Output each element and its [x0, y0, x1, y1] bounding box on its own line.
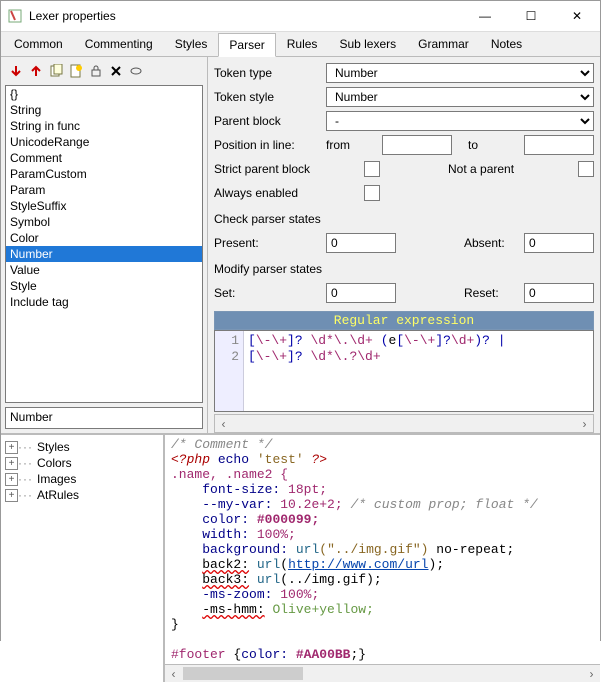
- strict-parent-checkbox[interactable]: [364, 161, 380, 177]
- new-icon[interactable]: [67, 62, 85, 80]
- absent-label: Absent:: [464, 236, 524, 250]
- always-enabled-checkbox[interactable]: [364, 185, 380, 201]
- regex-code[interactable]: [\-\+]? \d*\.\d+ (e[\-\+]?\d+)? | [\-\+]…: [244, 331, 510, 411]
- parser-panel: {} String String in func UnicodeRange Co…: [1, 57, 600, 433]
- scroll-right-icon[interactable]: ›: [576, 416, 593, 431]
- list-item[interactable]: UnicodeRange: [6, 134, 202, 150]
- list-item[interactable]: Include tag: [6, 294, 202, 310]
- rule-listbox[interactable]: {} String String in func UnicodeRange Co…: [5, 85, 203, 403]
- token-style-select[interactable]: Number: [326, 87, 594, 107]
- modify-states-label: Modify parser states: [214, 262, 414, 276]
- position-label: Position in line:: [214, 138, 326, 152]
- list-item[interactable]: ParamCustom: [6, 166, 202, 182]
- tab-notes[interactable]: Notes: [480, 32, 533, 56]
- list-item[interactable]: Comment: [6, 150, 202, 166]
- move-up-icon[interactable]: [27, 62, 45, 80]
- tabstrip: Common Commenting Styles Parser Rules Su…: [1, 32, 600, 57]
- list-item[interactable]: Param: [6, 182, 202, 198]
- tree-item-styles[interactable]: +···Styles: [3, 439, 161, 455]
- absent-input[interactable]: [524, 233, 594, 253]
- lock-icon[interactable]: [87, 62, 105, 80]
- token-type-label: Token type: [214, 66, 326, 80]
- set-input[interactable]: [326, 283, 396, 303]
- expand-icon[interactable]: +: [5, 441, 18, 454]
- not-a-parent-label: Not a parent: [448, 162, 578, 176]
- tree-item-atrules[interactable]: +···AtRules: [3, 487, 161, 503]
- tab-sublexers[interactable]: Sub lexers: [328, 32, 407, 56]
- list-item[interactable]: Color: [6, 230, 202, 246]
- from-label: from: [326, 138, 374, 152]
- list-item[interactable]: Value: [6, 262, 202, 278]
- tree-item-colors[interactable]: +···Colors: [3, 455, 161, 471]
- tab-commenting[interactable]: Commenting: [74, 32, 164, 56]
- delete-icon[interactable]: [107, 62, 125, 80]
- parent-block-label: Parent block: [214, 114, 326, 128]
- to-input[interactable]: [524, 135, 594, 155]
- always-enabled-label: Always enabled: [214, 186, 364, 200]
- from-input[interactable]: [382, 135, 452, 155]
- preview-scrollbar[interactable]: ‹ ›: [165, 664, 600, 682]
- titlebar: Lexer properties — ☐ ✕: [1, 1, 600, 32]
- list-item[interactable]: Number: [6, 246, 202, 262]
- set-label: Set:: [214, 286, 326, 300]
- list-item[interactable]: {}: [6, 86, 202, 102]
- style-tree[interactable]: +···Styles +···Colors +···Images +···AtR…: [1, 435, 165, 682]
- regex-gutter: 12: [215, 331, 244, 411]
- scroll-left-icon[interactable]: ‹: [215, 416, 232, 431]
- window-title: Lexer properties: [29, 9, 462, 23]
- rule-name-field[interactable]: Number: [5, 407, 203, 429]
- reset-input[interactable]: [524, 283, 594, 303]
- present-input[interactable]: [326, 233, 396, 253]
- close-button[interactable]: ✕: [554, 1, 600, 31]
- token-type-select[interactable]: Number: [326, 63, 594, 83]
- scroll-right-icon[interactable]: ›: [583, 666, 600, 681]
- tree-item-images[interactable]: +···Images: [3, 471, 161, 487]
- expand-icon[interactable]: +: [5, 489, 18, 502]
- list-item[interactable]: String in func: [6, 118, 202, 134]
- rule-form: Token type Number Token style Number Par…: [208, 57, 600, 433]
- scrollbar-thumb[interactable]: [183, 667, 303, 680]
- expand-icon[interactable]: +: [5, 473, 18, 486]
- present-label: Present:: [214, 236, 326, 250]
- list-item[interactable]: StyleSuffix: [6, 198, 202, 214]
- list-item[interactable]: Style: [6, 278, 202, 294]
- tab-common[interactable]: Common: [3, 32, 74, 56]
- tab-grammar[interactable]: Grammar: [407, 32, 480, 56]
- tab-styles[interactable]: Styles: [164, 32, 219, 56]
- rule-list-panel: {} String String in func UnicodeRange Co…: [1, 57, 208, 433]
- regex-editor[interactable]: 12 [\-\+]? \d*\.\d+ (e[\-\+]?\d+)? | [\-…: [214, 330, 594, 412]
- minimize-button[interactable]: —: [462, 1, 508, 31]
- regex-header: Regular expression: [214, 311, 594, 330]
- expand-icon[interactable]: +: [5, 457, 18, 470]
- lower-split: +···Styles +···Colors +···Images +···AtR…: [1, 433, 600, 682]
- tab-rules[interactable]: Rules: [276, 32, 329, 56]
- rule-toolbar: [1, 57, 207, 85]
- list-item[interactable]: Symbol: [6, 214, 202, 230]
- scroll-left-icon[interactable]: ‹: [165, 666, 182, 681]
- preview-code[interactable]: /* Comment */ <?php echo 'test' ?> .name…: [165, 435, 600, 664]
- move-down-icon[interactable]: [7, 62, 25, 80]
- list-item[interactable]: String: [6, 102, 202, 118]
- maximize-button[interactable]: ☐: [508, 1, 554, 31]
- to-label: to: [468, 138, 516, 152]
- parent-block-select[interactable]: -: [326, 111, 594, 131]
- edit-icon[interactable]: [127, 62, 145, 80]
- app-icon: [7, 8, 23, 24]
- not-a-parent-checkbox[interactable]: [578, 161, 594, 177]
- reset-label: Reset:: [464, 286, 524, 300]
- strict-parent-label: Strict parent block: [214, 162, 364, 176]
- tab-parser[interactable]: Parser: [218, 33, 275, 57]
- token-style-label: Token style: [214, 90, 326, 104]
- preview-panel: /* Comment */ <?php echo 'test' ?> .name…: [165, 435, 600, 682]
- copy-icon[interactable]: [47, 62, 65, 80]
- regex-scrollbar[interactable]: ‹ ›: [214, 414, 594, 433]
- check-states-label: Check parser states: [214, 212, 414, 226]
